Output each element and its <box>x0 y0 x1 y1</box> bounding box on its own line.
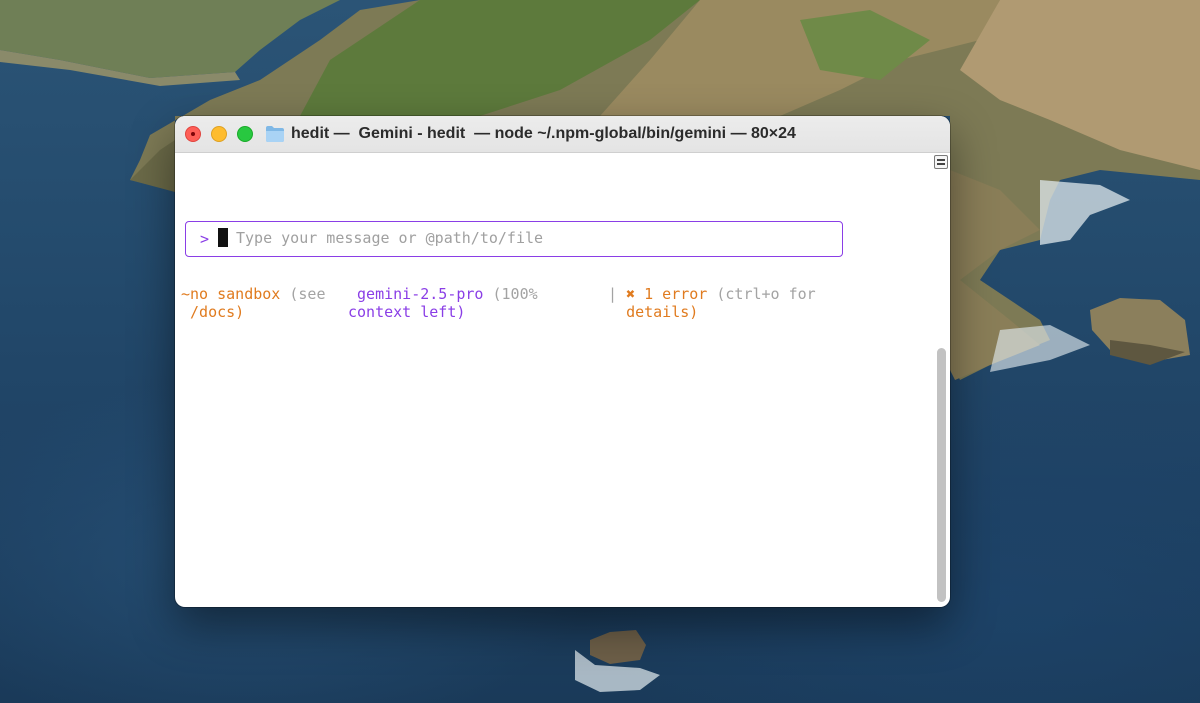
model-context-left: context left) <box>348 303 466 321</box>
model-name: gemini-2.5-pro <box>348 285 484 303</box>
prompt-symbol: > <box>200 230 210 248</box>
model-status: gemini-2.5-pro (100% context left) <box>348 285 538 321</box>
scrollbar-menu-icon[interactable] <box>934 155 948 169</box>
sandbox-hint: (see <box>280 285 326 303</box>
sandbox-docs-link: /docs) <box>181 303 245 321</box>
scrollbar-thumb[interactable] <box>937 348 946 602</box>
error-hint: (ctrl+o for <box>707 285 816 303</box>
folder-icon <box>266 126 284 142</box>
error-hint-details: details) <box>626 303 699 321</box>
sandbox-tilde: ~ <box>181 285 191 303</box>
title-bar[interactable]: hedit — Gemini - hedit — node ~/.npm-glo… <box>175 116 950 153</box>
error-separator: | <box>608 285 627 303</box>
text-cursor <box>218 228 228 247</box>
sandbox-label: no sandbox <box>190 285 281 303</box>
model-context: (100% <box>483 285 538 303</box>
error-status: | ✖ 1 error (ctrl+o for details) <box>608 285 816 321</box>
sandbox-status: ~no sandbox (see /docs) <box>181 285 326 321</box>
message-input[interactable] <box>236 226 826 250</box>
zoom-icon[interactable] <box>237 126 253 142</box>
terminal-content[interactable]: > ~no sandbox (see /docs) gemini-2.5-pro… <box>175 153 932 607</box>
prompt-box[interactable]: > <box>185 221 843 257</box>
close-icon[interactable] <box>185 126 201 142</box>
terminal-window[interactable]: hedit — Gemini - hedit — node ~/.npm-glo… <box>175 116 950 607</box>
error-count: ✖ 1 error <box>626 285 708 303</box>
window-title: hedit — Gemini - hedit — node ~/.npm-glo… <box>291 125 796 142</box>
minimize-icon[interactable] <box>211 126 227 142</box>
